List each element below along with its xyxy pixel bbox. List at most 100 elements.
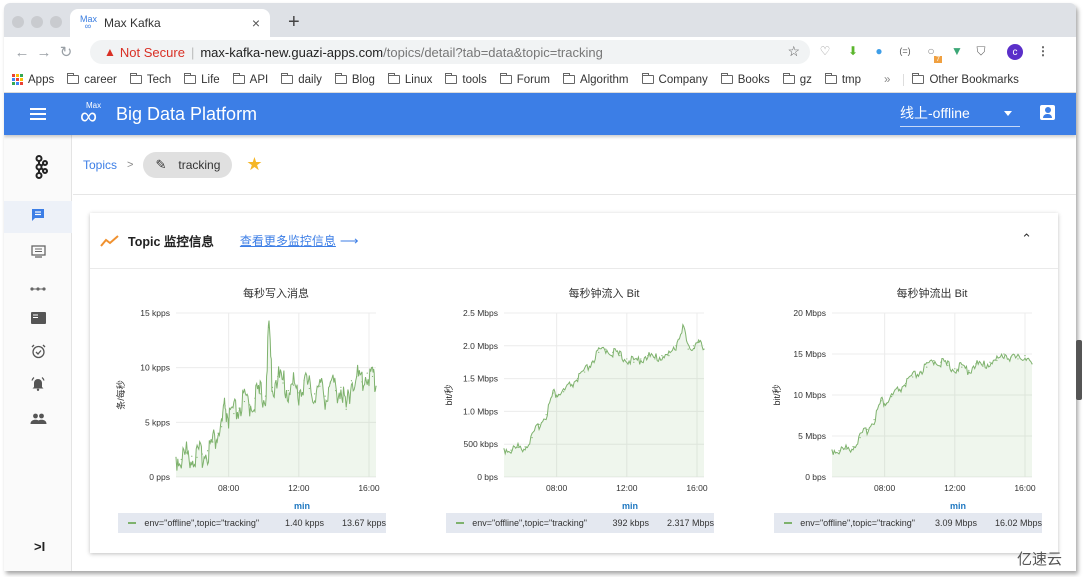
data-point	[361, 381, 363, 383]
address-bar[interactable]: ▲ Not Secure | max-kafka-new.guazi-apps.…	[90, 40, 810, 64]
legend-min-value: 392 kbps	[612, 518, 649, 528]
shield-extension-icon[interactable]: ♡	[816, 42, 834, 60]
max-logo-icon: Max ∞	[80, 14, 98, 31]
legend-row[interactable]: env="offline",topic="tracking" 392 kbps 2.…	[446, 513, 714, 533]
maximize-window-button[interactable]	[50, 16, 62, 28]
hamburger-menu-icon[interactable]	[30, 108, 46, 120]
data-point	[698, 341, 700, 344]
not-secure-label[interactable]: Not Secure	[120, 45, 185, 60]
y-tick-label: 0 pps	[149, 472, 170, 482]
tab-title: Max Kafka	[104, 16, 161, 30]
series-area	[176, 320, 376, 477]
data-point	[933, 359, 935, 362]
data-point	[224, 405, 226, 407]
data-point	[340, 386, 342, 388]
bookmark-folder[interactable]: daily	[281, 73, 322, 86]
data-point	[885, 402, 887, 404]
browser-menu-icon[interactable]: ⋮	[1034, 42, 1052, 60]
data-point	[982, 365, 984, 367]
other-bookmarks[interactable]: Other Bookmarks	[903, 73, 1019, 86]
sidebar-item-alerts[interactable]	[4, 369, 72, 401]
scrollbar[interactable]	[1076, 340, 1082, 400]
profile-avatar[interactable]: c	[1007, 44, 1023, 60]
topic-chip[interactable]: ✎ tracking	[143, 151, 233, 178]
sidebar-item-users[interactable]	[4, 403, 72, 435]
folder-icon	[387, 73, 400, 84]
bookmark-folder[interactable]: Company	[641, 73, 708, 86]
dots-line-icon	[30, 279, 46, 296]
v-extension-icon[interactable]: ●	[870, 42, 888, 60]
bookmark-label: career	[84, 73, 117, 86]
bookmark-apps[interactable]: Apps	[12, 74, 54, 86]
bookmark-folder[interactable]: Blog	[334, 73, 375, 86]
octotree-extension-icon[interactable]: ○ 7	[922, 42, 942, 63]
code-extension-icon[interactable]: (=)	[896, 42, 914, 60]
sidebar-item-dashboard[interactable]	[4, 303, 72, 335]
data-point	[661, 355, 663, 357]
data-point	[282, 382, 284, 384]
close-window-button[interactable]	[12, 16, 24, 28]
legend-row[interactable]: env="offline",topic="tracking" 1.40 kpps 1…	[118, 513, 386, 533]
y-axis-label: 条/每秒	[115, 380, 126, 410]
bookmark-folder[interactable]: tools	[445, 73, 487, 86]
sidebar-item-consumers[interactable]	[4, 237, 72, 269]
sidebar-item-topics[interactable]	[4, 201, 72, 233]
folder-icon	[782, 73, 795, 84]
data-point	[1024, 355, 1026, 357]
breadcrumb-topics-link[interactable]: Topics	[83, 158, 117, 172]
y-tick-label: 20 Mbps	[793, 308, 826, 318]
bookmark-folder[interactable]: Linux	[387, 73, 432, 86]
bookmark-folder[interactable]: tmp	[824, 73, 861, 86]
data-point	[524, 446, 526, 448]
topic-monitoring-card: Topic 监控信息 查看更多监控信息 ⟶ ⌃ 每秒写入消息 0 pps 5 kpp…	[90, 213, 1058, 553]
new-tab-button[interactable]: +	[288, 11, 300, 34]
minimize-window-button[interactable]	[31, 16, 43, 28]
legend-min-header[interactable]: min	[294, 501, 310, 511]
sidebar-item-connectors[interactable]	[4, 271, 72, 303]
back-icon[interactable]: ←	[12, 44, 32, 61]
data-point	[859, 437, 861, 439]
legend-min-header[interactable]: min	[950, 501, 966, 511]
bookmark-folder[interactable]: API	[232, 73, 268, 86]
data-point	[538, 423, 540, 426]
legend-series-name: env="offline",topic="tracking"	[800, 518, 915, 528]
bookmark-label: daily	[298, 73, 322, 86]
bookmarks-overflow-button[interactable]: »	[884, 74, 890, 86]
download-extension-icon[interactable]: ⬇	[844, 42, 862, 60]
account-icon[interactable]	[1040, 105, 1055, 120]
bookmark-folder[interactable]: Tech	[129, 73, 171, 86]
favorite-star-icon[interactable]: ★	[246, 154, 262, 175]
sidebar-item-schedules[interactable]	[4, 337, 72, 369]
bookmark-folder[interactable]: Life	[184, 73, 220, 86]
data-point	[268, 326, 270, 329]
ublock-extension-icon[interactable]: ⛉	[972, 42, 990, 60]
sidebar-collapse-button[interactable]: >I	[34, 539, 45, 554]
bookmark-folder[interactable]: Algorithm	[562, 73, 629, 86]
forward-icon[interactable]: →	[34, 44, 54, 61]
y-tick-label: 500 kbps	[464, 439, 499, 449]
y-tick-label: 15 Mbps	[793, 349, 826, 359]
environment-select[interactable]: 线上-offline	[900, 99, 1020, 127]
data-point	[264, 395, 267, 397]
arrow-right-icon[interactable]: ⟶	[340, 233, 359, 249]
data-point	[319, 385, 321, 387]
bookmark-star-icon[interactable]: ☆	[787, 43, 800, 60]
browser-tab[interactable]: Max ∞ Max Kafka ×	[70, 9, 270, 37]
sidebar: >I	[4, 135, 72, 571]
chevron-down-icon	[1004, 111, 1012, 116]
folder-icon	[912, 73, 925, 84]
vue-devtools-icon[interactable]: ▼	[948, 42, 966, 60]
legend-row[interactable]: env="offline",topic="tracking" 3.09 Mbps 1…	[774, 513, 1042, 533]
bookmark-folder[interactable]: career	[67, 73, 117, 86]
data-point	[175, 456, 177, 458]
reload-icon[interactable]: ↻	[56, 43, 76, 61]
bookmark-folder[interactable]: gz	[782, 73, 812, 86]
bookmark-folder[interactable]: Books	[720, 73, 770, 86]
more-monitoring-link[interactable]: 查看更多监控信息	[240, 232, 336, 249]
legend-min-header[interactable]: min	[622, 501, 638, 511]
tab-close-icon[interactable]: ×	[252, 15, 260, 31]
data-point	[517, 446, 519, 449]
chevron-up-icon[interactable]: ⌃	[1021, 231, 1032, 247]
bookmark-folder[interactable]: Forum	[499, 73, 550, 86]
apps-icon	[12, 74, 23, 85]
